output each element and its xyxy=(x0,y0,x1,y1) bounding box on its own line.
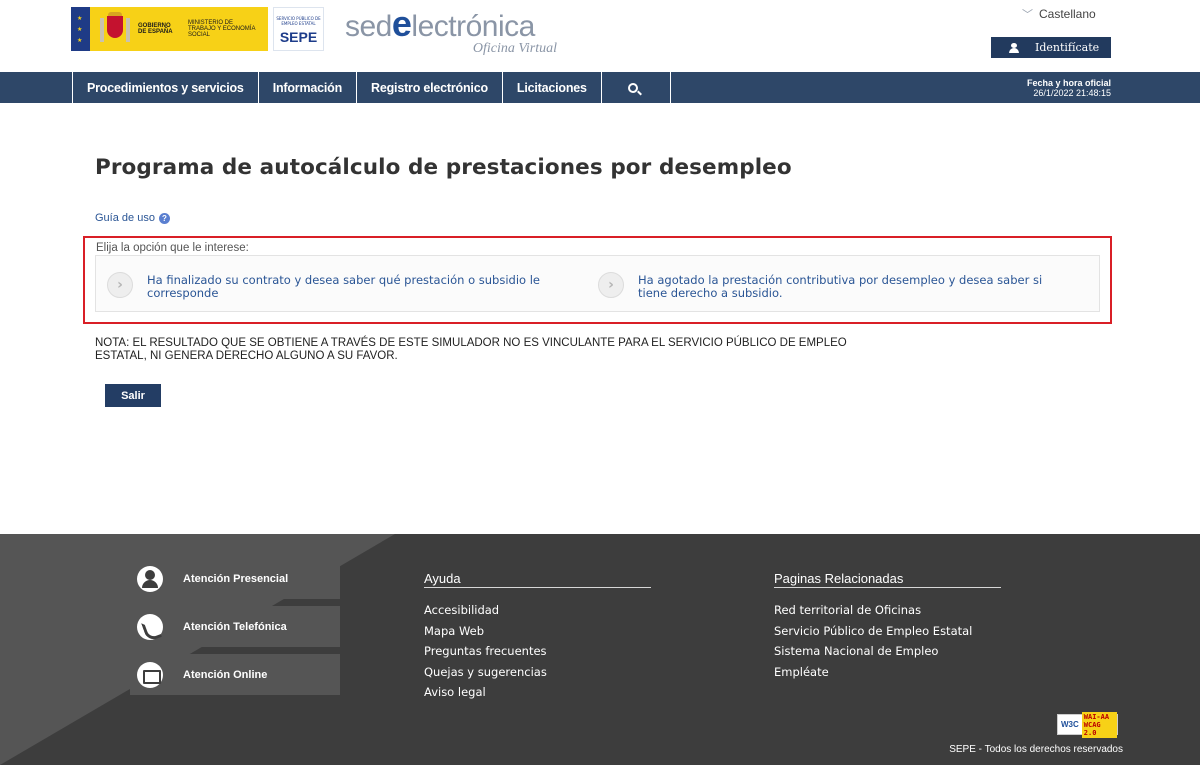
options-label: Elija la opción que le interese: xyxy=(96,242,249,254)
brand-e: e xyxy=(391,3,412,44)
chevron-right-icon: › xyxy=(107,272,133,298)
nav-registro[interactable]: Registro electrónico xyxy=(356,72,502,103)
nav-licitaciones[interactable]: Licitaciones xyxy=(501,72,601,103)
phone-icon xyxy=(137,613,163,640)
w3c-logo-text: W3C xyxy=(1061,720,1079,729)
brand-subtitle: Oficina Virtual xyxy=(472,41,557,56)
person-icon xyxy=(137,565,163,592)
copyright-text: SEPE - Todos los derechos reservados xyxy=(949,744,1123,755)
option-agotado-prestacion[interactable]: › Ha agotado la prestación contributiva … xyxy=(598,272,1058,300)
wai-aa-badge[interactable]: W3C WAI-AA WCAG 2.0 xyxy=(1057,711,1118,738)
sede-electronica-logo[interactable]: sedelectrónica Oficina Virtual xyxy=(345,6,565,57)
guide-link[interactable]: Guía de uso ? xyxy=(95,212,170,224)
footer-link-red-oficinas[interactable]: Red territorial de Oficinas xyxy=(774,600,1001,621)
gobierno-logo[interactable]: GOBIERNO DE ESPAÑA MINISTERIO DE TRABAJO… xyxy=(71,7,268,51)
nav-procedimientos[interactable]: Procedimientos y servicios xyxy=(72,72,258,103)
coat-of-arms-icon xyxy=(100,12,130,46)
chevron-right-icon: › xyxy=(598,272,624,298)
ministry-text: MINISTERIO DE TRABAJO Y ECONOMÍA SOCIAL xyxy=(188,20,256,38)
page-title: Programa de autocálculo de prestaciones … xyxy=(95,155,792,180)
option-text: Ha finalizado su contrato y desea saber … xyxy=(147,273,540,300)
language-label: Castellano xyxy=(1039,7,1096,21)
atencion-presencial-link[interactable]: Atención Presencial xyxy=(130,558,340,599)
wcag-version-text: WCAG 2.0 xyxy=(1083,720,1101,737)
footer-related-column: Paginas Relacionadas Red territorial de … xyxy=(774,571,1001,682)
identify-label: Identifícate xyxy=(1035,41,1100,54)
sepe-logo-text: SEPE xyxy=(279,29,318,45)
identify-button[interactable]: Identifícate xyxy=(991,37,1111,58)
footer: Atención Presencial Atención Telefónica … xyxy=(0,534,1200,765)
footer-link-sepe[interactable]: Servicio Público de Empleo Estatal xyxy=(774,621,1001,642)
user-icon xyxy=(1009,42,1019,53)
footer-link-mapa-web[interactable]: Mapa Web xyxy=(424,621,651,642)
monitor-icon xyxy=(137,661,163,688)
footer-help-column: Ayuda Accesibilidad Mapa Web Preguntas f… xyxy=(424,571,651,703)
option-text: Ha agotado la prestación contributiva po… xyxy=(638,273,1043,300)
atencion-telefonica-label: Atención Telefónica xyxy=(183,620,287,633)
atencion-presencial-label: Atención Presencial xyxy=(183,572,289,585)
eu-flag-icon xyxy=(71,7,90,51)
footer-link-sne[interactable]: Sistema Nacional de Empleo xyxy=(774,641,1001,662)
footer-link-empleate[interactable]: Empléate xyxy=(774,662,1001,683)
chevron-down-icon: ﹀ xyxy=(1022,9,1033,21)
footer-link-preguntas[interactable]: Preguntas frecuentes xyxy=(424,641,651,662)
atencion-telefonica-link[interactable]: Atención Telefónica xyxy=(130,606,340,647)
gobierno-text: GOBIERNO DE ESPAÑA xyxy=(138,23,173,35)
exit-button[interactable]: Salir xyxy=(105,384,161,407)
sepe-logo-small-text: SERVICIO PÚBLICO DE EMPLEO ESTATAL xyxy=(276,16,321,26)
nav-informacion[interactable]: Información xyxy=(257,72,356,103)
sepe-logo[interactable]: SERVICIO PÚBLICO DE EMPLEO ESTATAL SEPE xyxy=(273,7,324,51)
footer-related-heading: Paginas Relacionadas xyxy=(774,571,1001,588)
clock-value: 26/1/2022 21:48:15 xyxy=(1033,88,1111,98)
clock-label: Fecha y hora oficial xyxy=(1026,78,1111,88)
footer-link-aviso-legal[interactable]: Aviso legal xyxy=(424,682,651,703)
options-list: › Ha finalizado su contrato y desea sabe… xyxy=(95,255,1100,312)
disclaimer-note: NOTA: EL RESULTADO QUE SE OBTIENE A TRAV… xyxy=(95,337,847,362)
official-clock: Fecha y hora oficial 26/1/2022 21:48:15 xyxy=(1027,78,1111,98)
main-navbar: Procedimientos y servicios Información R… xyxy=(0,72,1200,103)
help-icon: ? xyxy=(158,212,170,224)
search-button[interactable] xyxy=(600,72,671,103)
search-icon xyxy=(627,82,638,93)
brand-post: lectrónica xyxy=(411,10,535,43)
footer-link-quejas[interactable]: Quejas y sugerencias xyxy=(424,662,651,683)
footer-help-heading: Ayuda xyxy=(424,571,651,588)
options-panel: Elija la opción que le interese: › Ha fi… xyxy=(83,236,1112,324)
atencion-online-label: Atención Online xyxy=(183,668,268,681)
option-finalizado-contrato[interactable]: › Ha finalizado su contrato y desea sabe… xyxy=(107,272,567,300)
language-selector[interactable]: ﹀ Castellano xyxy=(1022,6,1096,22)
brand-pre: sed xyxy=(345,10,392,43)
wai-level-text: WAI-AA xyxy=(1083,712,1110,721)
atencion-online-link[interactable]: Atención Online xyxy=(130,654,340,695)
guide-link-label: Guía de uso xyxy=(95,212,155,224)
footer-link-accesibilidad[interactable]: Accesibilidad xyxy=(424,600,651,621)
